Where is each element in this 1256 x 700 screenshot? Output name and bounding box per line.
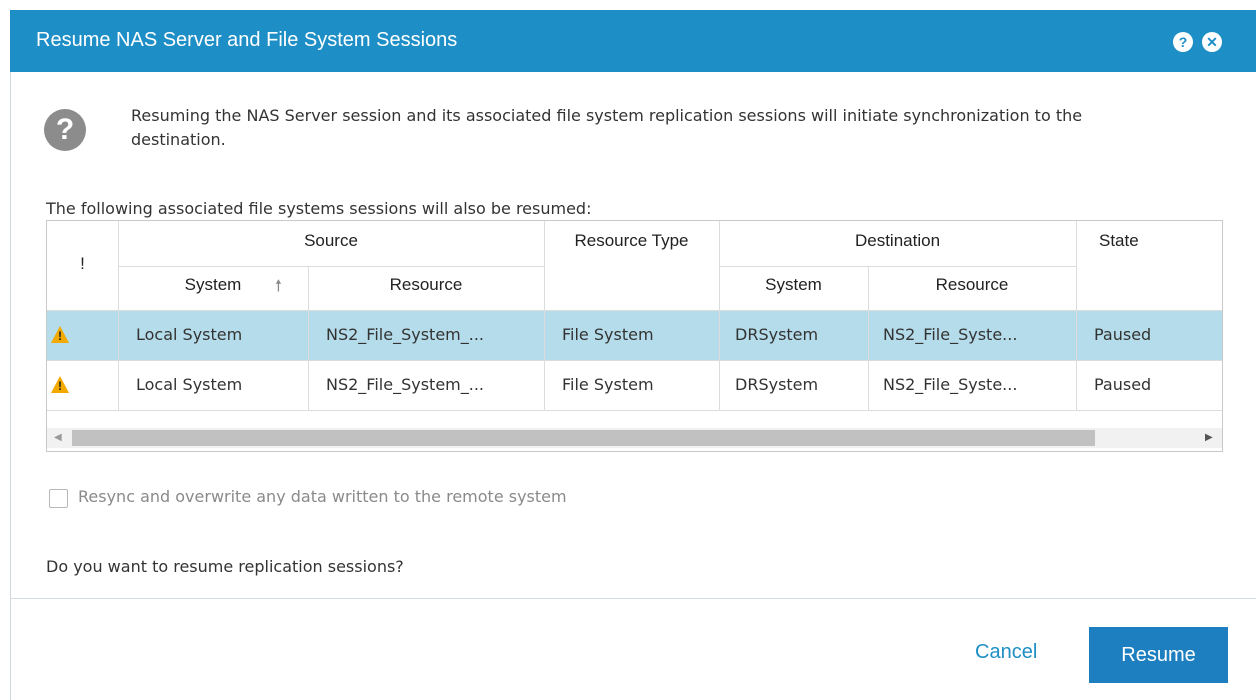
resync-checkbox[interactable] (49, 489, 68, 508)
col-state-header[interactable]: State (1076, 231, 1222, 251)
col-resource-type-header[interactable]: Resource Type (544, 231, 719, 251)
sessions-table: ! Source Resource Type Destination State… (46, 220, 1223, 452)
resume-button[interactable]: Resume (1089, 627, 1228, 683)
cell-src-system: Local System (136, 325, 243, 344)
cell-src-resource: NS2_File_System_... (326, 325, 484, 344)
cell-dst-resource: NS2_File_Syste... (883, 325, 1018, 344)
scroll-right-icon[interactable]: ▶ (1205, 432, 1213, 443)
col-src-resource-header[interactable]: Resource (308, 275, 544, 295)
cell-src-resource: NS2_File_System_... (326, 375, 484, 394)
confirm-question: Do you want to resume replication sessio… (46, 557, 404, 576)
dialog-title-bar: Resume NAS Server and File System Sessio… (10, 10, 1256, 72)
cell-dst-resource: NS2_File_Syste... (883, 375, 1018, 394)
cell-state: Paused (1094, 325, 1152, 344)
cancel-button[interactable]: Cancel (975, 641, 1037, 664)
cell-dst-system: DRSystem (735, 325, 819, 344)
table-row[interactable]: ! Local System NS2_File_System_... File … (47, 360, 1222, 410)
help-icon[interactable]: ? (1173, 32, 1193, 52)
resync-checkbox-label[interactable]: Resync and overwrite any data written to… (78, 487, 567, 506)
scroll-left-icon[interactable]: ◀ (54, 432, 62, 443)
scrollbar-thumb[interactable] (72, 430, 1095, 446)
col-dst-resource-header[interactable]: Resource (868, 275, 1076, 295)
col-group-destination: Destination (854, 231, 941, 250)
arrow-up-icon: 🠕 (275, 278, 282, 295)
table-intro-text: The following associated file systems se… (46, 199, 592, 218)
close-icon[interactable]: ✕ (1202, 32, 1222, 52)
cell-resource-type: File System (562, 325, 654, 344)
col-dst-system-header[interactable]: System (719, 275, 868, 295)
intro-text: Resuming the NAS Server session and its … (131, 106, 1083, 149)
dialog-title: Resume NAS Server and File System Sessio… (36, 29, 458, 51)
col-alert-header[interactable]: ! (47, 254, 118, 274)
question-icon: ? (44, 109, 86, 151)
col-src-system-label: System (184, 275, 242, 294)
col-src-system-header[interactable]: System 🠕 (118, 275, 308, 295)
cell-src-system: Local System (136, 375, 243, 394)
footer-divider (10, 598, 1256, 599)
cell-resource-type: File System (562, 375, 654, 394)
cell-dst-system: DRSystem (735, 375, 819, 394)
cell-state: Paused (1094, 375, 1152, 394)
table-row[interactable]: ! Local System NS2_File_System_... File … (47, 310, 1222, 360)
col-group-source: Source (304, 231, 358, 250)
